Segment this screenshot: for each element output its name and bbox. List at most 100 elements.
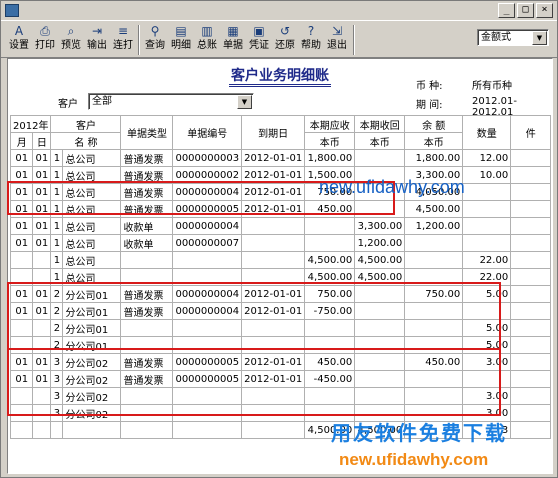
close-button[interactable]: × <box>536 3 553 18</box>
printer-icon: ⎙ <box>40 24 50 38</box>
app-icon <box>5 4 19 17</box>
export-button[interactable]: ⇥ 输出 <box>85 23 109 56</box>
table-cell <box>241 234 306 252</box>
table-row[interactable]: 1 总公司 4,500.00 4,500.00 22.00 <box>9 251 552 269</box>
table-cell: 01 <box>9 217 34 235</box>
table-cell <box>241 251 306 269</box>
toolbar-button-label: 设置 <box>9 40 29 51</box>
toolbar-button-label: 总账 <box>197 40 217 51</box>
table-row[interactable]: 01 01 1 总公司 普通发票 0000000003 2012-01-01 1,800.00… <box>9 149 552 167</box>
table-cell: 总公司 <box>62 251 122 269</box>
currency-label: 币 种: <box>416 81 443 92</box>
table-cell: 总公司 <box>62 149 122 167</box>
detail-icon: ▤ <box>175 24 187 38</box>
report-title: 客户业务明细账 <box>8 65 552 87</box>
table-row[interactable]: 01 01 1 总公司 收款单 0000000007 1,200.00 <box>9 234 552 252</box>
settings-button[interactable]: A 设置 <box>7 23 31 56</box>
chevron-down-icon[interactable]: ▼ <box>532 31 547 45</box>
table-cell: 0000000003 <box>172 149 243 167</box>
table-cell: 2012-01-01 <box>241 149 306 167</box>
report-window: _ □ × A 设置 ⎙ 打印 ⌕ 预览 ⇥ 输出 ≡ 连打 ⚲ 查询 ▤ 明细 ▥ 总账 ▦ 单据 ▣ 凭证 ↺ 还原?… <box>0 0 558 478</box>
table-cell: 1,800.00 <box>304 149 356 167</box>
table-cell <box>510 166 552 184</box>
table-row[interactable]: 01 01 1 总公司 收款单 0000000004 3,300.00 1,200.00 <box>9 217 552 235</box>
doctype-header: 单据类型 <box>120 115 174 150</box>
table-cell <box>510 421 552 439</box>
more-header: 件 <box>510 115 552 150</box>
balance-header: 余 额 <box>404 115 464 133</box>
table-cell <box>120 421 174 439</box>
exit-button[interactable]: ⇲ 退出 <box>325 23 349 56</box>
table-cell <box>510 302 552 320</box>
chevron-down-icon[interactable]: ▼ <box>237 95 252 109</box>
table-cell: 01 <box>9 234 34 252</box>
table-cell <box>304 217 356 235</box>
table-cell <box>172 421 243 439</box>
qty-header: 数量 <box>462 115 512 150</box>
watermark-url-bottom: new.ufidawhy.com <box>339 450 489 469</box>
table-cell <box>462 217 512 235</box>
toolbar-separator <box>138 25 140 55</box>
due-header: 到期日 <box>241 115 306 150</box>
table-cell <box>510 251 552 269</box>
toolbar-separator <box>353 25 355 55</box>
voucher-button[interactable]: ▣ 凭证 <box>247 23 271 56</box>
batch-print-button[interactable]: ≡ 连打 <box>111 23 135 56</box>
table-cell <box>510 285 552 303</box>
help-icon: ? <box>307 24 315 38</box>
table-cell <box>510 387 552 405</box>
table-cell <box>510 404 552 422</box>
binoculars-button[interactable]: ⚲ 查询 <box>143 23 167 56</box>
detail-button[interactable]: ▤ 明细 <box>169 23 193 56</box>
table-cell: 1 <box>50 149 64 167</box>
table-cell: 4,500.00 <box>304 251 356 269</box>
table-cell: 收款单 <box>120 234 174 252</box>
export-icon: ⇥ <box>91 24 103 38</box>
customer-select[interactable]: 全部 ▼ <box>88 93 254 110</box>
table-cell: 1 <box>50 234 64 252</box>
toolbar-button-label: 打印 <box>35 40 55 51</box>
day-header: 日 <box>32 132 52 150</box>
table-cell <box>9 421 34 439</box>
document-button[interactable]: ▦ 单据 <box>221 23 245 56</box>
minimize-button[interactable]: _ <box>498 3 515 18</box>
format-select[interactable]: 金额式 ▼ <box>477 29 549 46</box>
table-cell: 0000000004 <box>172 217 243 235</box>
table-cell: 1 <box>50 251 64 269</box>
table-cell: 12.00 <box>462 149 512 167</box>
table-cell: 10.00 <box>462 166 512 184</box>
ledger-button[interactable]: ▥ 总账 <box>195 23 219 56</box>
table-cell <box>510 217 552 235</box>
table-cell <box>510 268 552 286</box>
table-cell: 普通发票 <box>120 149 174 167</box>
exit-icon: ⇲ <box>331 24 343 38</box>
table-cell <box>32 251 52 269</box>
table-cell: 3,300.00 <box>354 217 406 235</box>
docno-header: 单据编号 <box>172 115 243 150</box>
printer-button[interactable]: ⎙ 打印 <box>33 23 57 56</box>
binoculars-icon: ⚲ <box>150 24 160 38</box>
toolbar: A 设置 ⎙ 打印 ⌕ 预览 ⇥ 输出 ≡ 连打 ⚲ 查询 ▤ 明细 ▥ 总账 ▦ 单据 ▣ 凭证 ↺ 还原? 帮助 ⇲ 退出 <box>1 20 557 58</box>
toolbar-button-label: 帮助 <box>301 40 321 51</box>
table-cell: 01 <box>32 234 52 252</box>
table-cell: 01 <box>32 217 52 235</box>
table-cell <box>510 200 552 218</box>
table-cell <box>510 370 552 388</box>
table-cell: 1 <box>50 217 64 235</box>
table-cell: 总公司 <box>62 234 122 252</box>
restore-icon: ↺ <box>279 24 291 38</box>
maximize-button[interactable]: □ <box>517 3 534 18</box>
month-header: 月 <box>9 132 34 150</box>
table-cell <box>304 234 356 252</box>
table-cell <box>120 251 174 269</box>
period-label: 期 间: <box>416 100 443 111</box>
table-cell <box>404 234 464 252</box>
preview-button[interactable]: ⌕ 预览 <box>59 23 83 56</box>
table-cell <box>241 421 306 439</box>
table-cell <box>62 421 122 439</box>
table-cell: 4,500.00 <box>404 200 464 218</box>
document-icon: ▦ <box>227 24 239 38</box>
toolbar-button-label: 连打 <box>113 40 133 51</box>
restore-button[interactable]: ↺ 还原 <box>273 23 297 56</box>
help-button[interactable]: ? 帮助 <box>299 23 323 56</box>
